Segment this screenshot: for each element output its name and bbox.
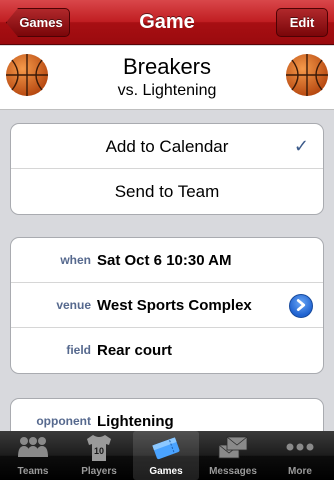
details-group: when Sat Oct 6 10:30 AM venue West Sport… bbox=[10, 237, 324, 374]
tab-games-label: Games bbox=[149, 466, 183, 477]
detail-disclosure-button[interactable] bbox=[289, 294, 313, 318]
more-icon bbox=[286, 443, 314, 451]
tab-teams[interactable]: Teams bbox=[0, 431, 66, 480]
chevron-right-icon bbox=[296, 299, 306, 312]
add-to-calendar-label: Add to Calendar bbox=[105, 137, 229, 156]
tab-players-label: Players bbox=[81, 466, 117, 477]
tab-more-label: More bbox=[288, 466, 312, 477]
field-row: field Rear court bbox=[11, 328, 323, 373]
send-to-team-row[interactable]: Send to Team bbox=[11, 169, 323, 214]
game-header: Breakers vs. Lightening bbox=[0, 46, 334, 110]
tab-games[interactable]: Games bbox=[133, 431, 199, 480]
field-value: Rear court bbox=[97, 342, 173, 359]
tab-messages[interactable]: Messages bbox=[200, 431, 266, 480]
venue-label: venue bbox=[56, 298, 91, 312]
venue-row[interactable]: venue West Sports Complex bbox=[11, 283, 323, 328]
venue-value: West Sports Complex bbox=[97, 297, 252, 314]
tab-messages-label: Messages bbox=[209, 466, 257, 477]
navigation-bar: Games Game Edit bbox=[0, 0, 334, 45]
tab-teams-label: Teams bbox=[17, 466, 49, 477]
when-value: Sat Oct 6 10:30 AM bbox=[97, 252, 232, 269]
jersey-number: 10 bbox=[94, 446, 104, 456]
checkmark-icon: ✓ bbox=[293, 136, 309, 156]
messages-icon bbox=[218, 436, 248, 459]
when-label: when bbox=[60, 253, 91, 267]
tab-players[interactable]: 10 Players bbox=[66, 431, 132, 480]
basketball-icon bbox=[286, 54, 328, 96]
ticket-icon bbox=[152, 437, 180, 460]
add-to-calendar-row[interactable]: Add to Calendar ✓ bbox=[11, 124, 323, 169]
field-label: field bbox=[66, 343, 91, 357]
jersey-icon: 10 bbox=[87, 435, 111, 461]
actions-group: Add to Calendar ✓ Send to Team bbox=[10, 123, 324, 215]
tab-bar: Teams 10 Players Games Messages More bbox=[0, 431, 334, 480]
edit-button[interactable]: Edit bbox=[276, 8, 328, 37]
tab-more[interactable]: More bbox=[267, 431, 333, 480]
send-to-team-label: Send to Team bbox=[114, 182, 220, 201]
when-row: when Sat Oct 6 10:30 AM bbox=[11, 238, 323, 283]
teams-icon bbox=[18, 437, 48, 457]
